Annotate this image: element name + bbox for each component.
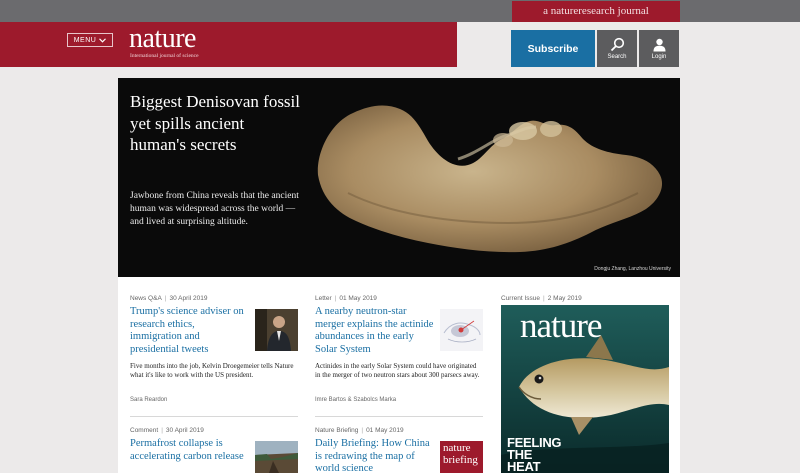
current-issue-meta: Current Issue | 2 May 2019 xyxy=(501,295,582,302)
article-type: Letter xyxy=(315,295,332,302)
article-title[interactable]: Trump's science adviser on research ethi… xyxy=(130,306,248,356)
logo-subtitle: International journal of science xyxy=(130,53,199,59)
login-button[interactable]: Login xyxy=(639,30,679,67)
cover-title: nature xyxy=(520,306,602,345)
article-type: News Q&A xyxy=(130,295,162,302)
portrait-image xyxy=(255,309,298,351)
article-thumbnail[interactable]: nature briefing xyxy=(440,441,483,473)
card-meta: Letter | 01 May 2019 xyxy=(315,295,377,302)
article-type: Nature Briefing xyxy=(315,427,359,434)
article-date: 01 May 2019 xyxy=(339,295,377,302)
hero-description: Jawbone from China reveals that the anci… xyxy=(130,191,299,227)
menu-label: MENU xyxy=(73,36,97,44)
article-thumbnail[interactable] xyxy=(255,309,298,351)
current-issue-cover[interactable]: nature FEELING THE HEAT xyxy=(501,305,669,473)
chevron-down-icon xyxy=(99,37,107,43)
divider xyxy=(130,416,298,417)
article-thumbnail[interactable] xyxy=(440,309,483,351)
login-label: Login xyxy=(651,53,667,60)
article-summary: Five months into the job, Kelvin Droegem… xyxy=(130,362,294,380)
article-date: 01 May 2019 xyxy=(366,427,404,434)
card-meta: News Q&A | 30 April 2019 xyxy=(130,295,208,302)
article-author[interactable]: Sara Reardon xyxy=(130,397,167,403)
top-bar xyxy=(0,0,800,22)
article-summary: Actinides in the early Solar System coul… xyxy=(315,362,480,380)
nature-logo[interactable]: nature xyxy=(129,24,196,54)
photo-credit: Dongju Zhang, Lanzhou University xyxy=(594,266,671,272)
menu-button[interactable]: MENU xyxy=(67,33,113,47)
article-date: 30 April 2019 xyxy=(165,427,204,434)
current-issue-date: 2 May 2019 xyxy=(547,295,582,302)
search-button[interactable]: Search xyxy=(597,30,637,67)
article-author[interactable]: Imre Bartos & Szabolcs Marka xyxy=(315,397,396,403)
subscribe-button[interactable]: Subscribe xyxy=(511,30,595,67)
article-title[interactable]: A nearby neutron-star merger explains th… xyxy=(315,306,435,356)
fossil-jawbone-image xyxy=(317,105,663,253)
article-date: 30 April 2019 xyxy=(169,295,208,302)
card-meta: Nature Briefing | 01 May 2019 xyxy=(315,427,404,434)
search-label: Search xyxy=(607,54,627,60)
divider xyxy=(315,416,483,417)
user-icon xyxy=(653,38,665,51)
current-issue-label[interactable]: Current Issue xyxy=(501,295,540,302)
hero-title[interactable]: Biggest Denisovan fossil yet spills anci… xyxy=(130,91,300,156)
cover-headline: FEELING THE HEAT xyxy=(507,435,562,473)
neutron-star-diagram xyxy=(440,309,483,351)
card-meta: Comment | 30 April 2019 xyxy=(130,427,204,434)
article-thumbnail[interactable] xyxy=(255,441,298,473)
article-type: Comment xyxy=(130,427,159,434)
search-icon xyxy=(610,37,624,52)
nature-research-link[interactable]: a natureresearch journal xyxy=(512,1,680,22)
briefing-thumb-text: nature briefing xyxy=(443,442,478,466)
permafrost-image xyxy=(255,441,298,473)
hero-feature[interactable]: Biggest Denisovan fossil yet spills anci… xyxy=(118,78,680,277)
article-title[interactable]: Daily Briefing: How China is redrawing t… xyxy=(315,438,435,473)
article-title[interactable]: Permafrost collapse is accelerating carb… xyxy=(130,438,248,463)
